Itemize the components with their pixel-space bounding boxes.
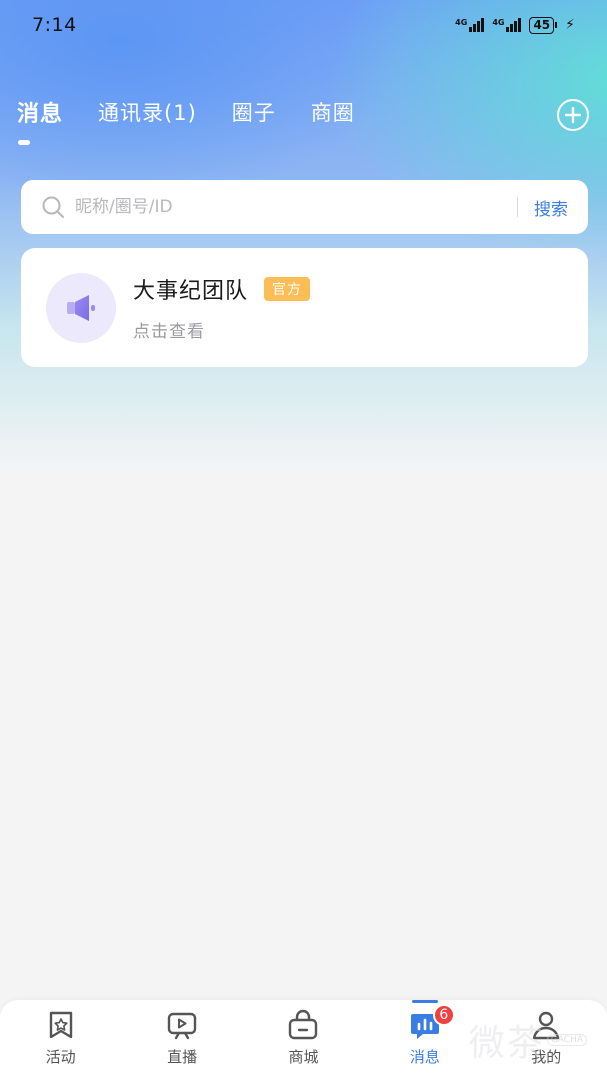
conversation-info: 大事纪团队 官方 点击查看 — [133, 273, 311, 342]
battery-icon: 45 — [529, 16, 558, 34]
shopping-bag-icon — [289, 1009, 318, 1040]
active-tab-indicator — [18, 140, 30, 145]
nav-active-indicator — [411, 1000, 438, 1003]
conversation-item[interactable]: 大事纪团队 官方 点击查看 — [21, 248, 588, 367]
nav-item-profile[interactable]: 我的 — [496, 1008, 596, 1067]
nav-item-activity[interactable]: 活动 — [11, 1008, 111, 1067]
search-divider — [517, 197, 518, 217]
avatar — [46, 272, 116, 343]
nav-label: 商城 — [288, 1048, 319, 1066]
conversation-title: 大事纪团队 — [133, 279, 249, 304]
top-tabs: 消息 通讯录(1) 圈子 商圈 — [17, 96, 355, 128]
status-bar: 7:14 4G 4G 45 ⚡ — [0, 0, 607, 50]
search-box: 搜索 — [21, 180, 588, 234]
tab-business-circle[interactable]: 商圈 — [311, 97, 355, 127]
tab-messages[interactable]: 消息 — [17, 96, 63, 128]
charging-icon: ⚡ — [565, 17, 575, 33]
user-icon — [533, 1011, 560, 1040]
bookmark-star-icon — [49, 1011, 72, 1039]
search-icon — [42, 196, 64, 218]
tab-circles[interactable]: 圈子 — [232, 97, 276, 127]
plus-icon — [565, 107, 581, 123]
signal-icon: 4G — [455, 18, 485, 32]
signal-icon: 4G — [492, 18, 522, 32]
nav-label: 我的 — [531, 1048, 562, 1066]
nav-label: 直播 — [167, 1048, 198, 1066]
tv-play-icon — [167, 1012, 197, 1040]
status-icons: 4G 4G 45 ⚡ — [455, 16, 575, 34]
search-input[interactable] — [75, 197, 501, 217]
nav-label: 消息 — [409, 1048, 440, 1066]
megaphone-icon — [67, 294, 95, 321]
header-gradient-background — [0, 0, 607, 470]
unread-count-badge: 6 — [432, 1004, 455, 1026]
nav-item-mall[interactable]: 商城 — [253, 1008, 353, 1067]
tab-contacts[interactable]: 通讯录(1) — [98, 97, 197, 127]
official-badge: 官方 — [264, 277, 311, 301]
nav-item-live[interactable]: 直播 — [132, 1008, 232, 1067]
nav-item-messages[interactable]: 6 消息 — [375, 1000, 475, 1067]
nav-label: 活动 — [45, 1048, 76, 1066]
conversation-subtitle: 点击查看 — [133, 322, 205, 342]
search-button[interactable]: 搜索 — [534, 195, 568, 220]
bottom-nav: 活动 直播 商城 6 消息 我的 — [0, 1000, 607, 1080]
add-button[interactable] — [557, 99, 589, 131]
status-time: 7:14 — [32, 14, 77, 36]
